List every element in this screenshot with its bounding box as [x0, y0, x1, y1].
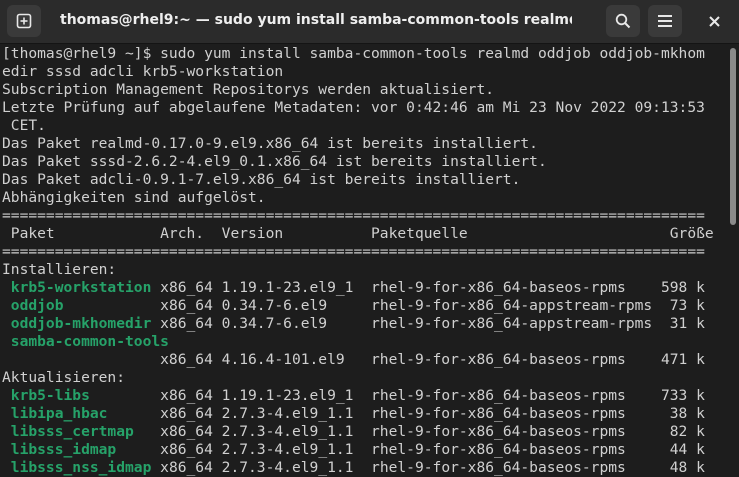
package-details: x86_64 2.7.3-4.el9_1.1 rhel-9-for-x86_64… — [116, 441, 705, 458]
terminal-line: oddjob-mkhomedir x86_64 0.34.7-6.el9 rhe… — [2, 315, 722, 333]
terminal-line: ========================================… — [2, 243, 705, 260]
terminal-line: Aktualisieren: — [2, 369, 126, 386]
package-name: samba-common-tools — [2, 333, 169, 350]
close-button[interactable] — [697, 5, 731, 37]
close-icon — [708, 15, 720, 27]
terminal-line: krb5-workstation x86_64 1.19.1-23.el9_1 … — [2, 279, 722, 297]
terminal-line: Letzte Prüfung auf abgelaufene Metadaten… — [2, 99, 705, 116]
package-details: x86_64 2.7.3-4.el9_1.1 rhel-9-for-x86_64… — [133, 423, 705, 440]
package-name: oddjob-mkhomedir — [2, 315, 152, 332]
search-icon — [615, 13, 631, 29]
terminal-window: thomas@rhel9:~ — sudo yum install samba-… — [0, 0, 739, 477]
hamburger-menu-icon — [658, 15, 672, 27]
terminal-line: Installieren: — [2, 261, 117, 278]
terminal-line: Subscription Management Repositorys werd… — [2, 81, 495, 98]
terminal-line: edir sssd adcli krb5-workstation — [2, 63, 284, 80]
terminal-line: krb5-libs x86_64 1.19.1-23.el9_1 rhel-9-… — [2, 387, 722, 405]
package-details: x86_64 0.34.7-6.el9 rhel-9-for-x86_64-ap… — [63, 297, 705, 314]
package-details: x86_64 1.19.1-23.el9_1 rhel-9-for-x86_64… — [89, 387, 705, 404]
terminal-line: libsss_certmap x86_64 2.7.3-4.el9_1.1 rh… — [2, 423, 722, 441]
package-name: krb5-libs — [2, 387, 90, 404]
package-name: libsss_nss_idmap — [2, 459, 152, 476]
terminal-line: samba-common-tools — [2, 333, 722, 351]
terminal-line: libsss_idmap x86_64 2.7.3-4.el9_1.1 rhel… — [2, 441, 722, 459]
package-details: x86_64 0.34.7-6.el9 rhel-9-for-x86_64-ap… — [151, 315, 705, 332]
terminal-line: CET. — [2, 117, 46, 134]
terminal-output[interactable]: [thomas@rhel9 ~]$ sudo yum install samba… — [2, 45, 722, 477]
package-name: libipa_hbac — [2, 405, 108, 422]
package-details: x86_64 2.7.3-4.el9_1.1 rhel-9-for-x86_64… — [151, 459, 705, 476]
terminal-line: libipa_hbac x86_64 2.7.3-4.el9_1.1 rhel-… — [2, 405, 722, 423]
package-name: libsss_certmap — [2, 423, 134, 440]
terminal-line: Abhängigkeiten sind aufgelöst. — [2, 189, 266, 206]
package-name: libsss_idmap — [2, 441, 117, 458]
terminal-line: Das Paket realmd-0.17.0-9.el9.x86_64 ist… — [2, 135, 538, 152]
package-details: x86_64 1.19.1-23.el9_1 rhel-9-for-x86_64… — [151, 279, 705, 296]
terminal-line: Das Paket adcli-0.9.1-7.el9.x86_64 ist b… — [2, 171, 521, 188]
menu-button[interactable] — [648, 5, 682, 37]
terminal-line: x86_64 4.16.4-101.el9 rhel-9-for-x86_64-… — [2, 351, 705, 368]
scrollbar-thumb[interactable] — [730, 48, 736, 225]
package-name: oddjob — [2, 297, 64, 314]
terminal-line: Das Paket sssd-2.6.2-4.el9_0.1.x86_64 is… — [2, 153, 547, 170]
terminal-line: [thomas@rhel9 ~]$ sudo yum install samba… — [2, 45, 705, 62]
new-tab-icon — [16, 13, 32, 29]
window-title: thomas@rhel9:~ — sudo yum install samba-… — [60, 12, 572, 28]
terminal-line: oddjob x86_64 0.34.7-6.el9 rhel-9-for-x8… — [2, 297, 722, 315]
terminal-line: libsss_nss_idmap x86_64 2.7.3-4.el9_1.1 … — [2, 459, 722, 477]
search-button[interactable] — [606, 5, 640, 37]
terminal-line: ========================================… — [2, 207, 705, 224]
package-name: krb5-workstation — [2, 279, 152, 296]
terminal-line: Paket Arch. Version Paketquelle Größe — [2, 225, 714, 242]
title-bar: thomas@rhel9:~ — sudo yum install samba-… — [0, 0, 739, 44]
package-details: x86_64 2.7.3-4.el9_1.1 rhel-9-for-x86_64… — [107, 405, 705, 422]
new-tab-button[interactable] — [7, 5, 41, 37]
